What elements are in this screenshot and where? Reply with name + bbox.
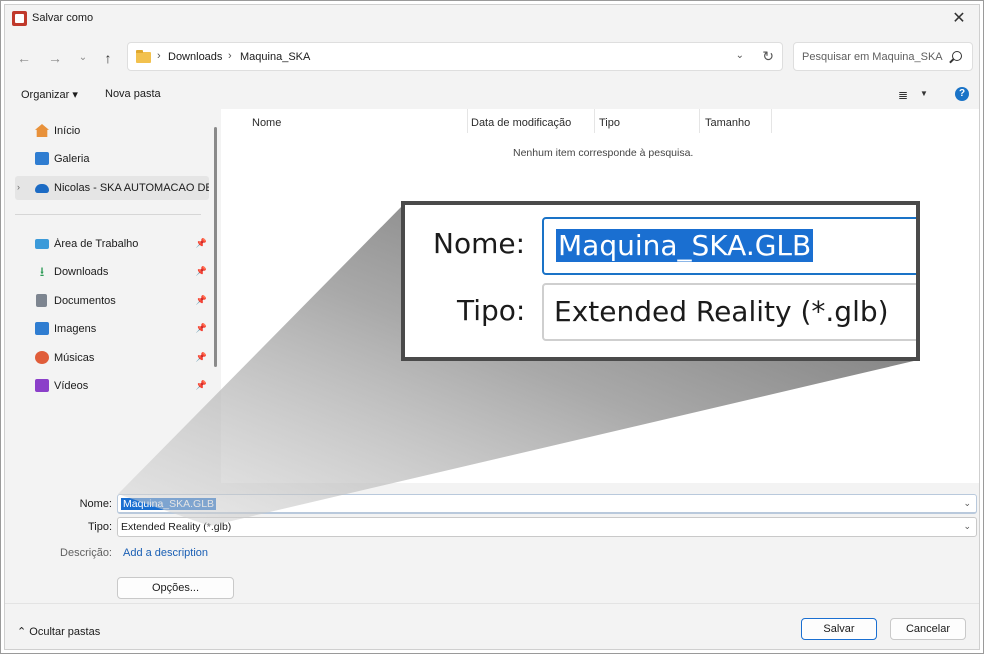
zoom-name-label: Nome:: [433, 227, 526, 260]
sidebar-item-home[interactable]: Início: [15, 119, 209, 143]
dialog-title: Salvar como: [32, 12, 94, 24]
download-icon: ⭳: [39, 264, 45, 279]
sidebar-item-label: Músicas: [54, 352, 95, 364]
chevron-down-icon[interactable]: ⌄: [963, 521, 971, 532]
sidebar-item-label: Início: [54, 125, 81, 137]
home-icon: [35, 124, 49, 137]
sidebar-item-onedrive[interactable]: › Nicolas - SKA AUTOMACAO DE E: [15, 176, 209, 200]
sidebar-item-label: Documentos: [54, 295, 116, 307]
sidebar-item-pictures[interactable]: Imagens 📌: [15, 317, 209, 341]
sidebar-item-label: Área de Trabalho: [54, 238, 139, 250]
chevron-right-icon[interactable]: ›: [17, 182, 20, 192]
column-divider[interactable]: [699, 109, 700, 133]
save-form: Nome: Maquina_SKA.GLB ⌄ Tipo: Extended R…: [5, 483, 979, 603]
zoom-type-field: Extended Reality (*.glb): [542, 283, 916, 341]
zoom-type-label: Tipo:: [457, 294, 526, 327]
sidebar-item-gallery[interactable]: Galeria: [15, 147, 209, 171]
sidebar-item-label: Nicolas - SKA AUTOMACAO DE E: [54, 182, 209, 194]
zoom-name-value: Maquina_SKA.GLB: [556, 229, 814, 262]
app-icon: [12, 11, 27, 26]
breadcrumb-separator: ›: [157, 50, 161, 62]
zoom-type-value: Extended Reality (*.glb): [554, 295, 889, 328]
search-box[interactable]: Pesquisar em Maquina_SKA: [793, 42, 973, 71]
options-button[interactable]: Opções...: [117, 577, 234, 599]
help-icon[interactable]: ?: [955, 87, 969, 101]
column-divider[interactable]: [467, 109, 468, 133]
file-type-label: Tipo:: [87, 521, 112, 533]
column-divider[interactable]: [771, 109, 772, 133]
pin-icon: 📌: [195, 238, 207, 248]
documents-icon: [36, 294, 47, 307]
add-description-link[interactable]: Add a description: [123, 547, 208, 559]
view-options-icon[interactable]: ≣: [898, 88, 908, 102]
sidebar-item-downloads[interactable]: ⭳ Downloads 📌: [15, 260, 209, 284]
gallery-icon: [35, 152, 49, 165]
breadcrumb-maquina-ska[interactable]: Maquina_SKA: [240, 51, 310, 63]
up-folder-icon[interactable]: ↑: [99, 49, 117, 67]
pin-icon: 📌: [195, 352, 207, 362]
sidebar-item-label: Vídeos: [54, 380, 89, 392]
sidebar-item-label: Galeria: [54, 153, 90, 165]
sidebar-item-documents[interactable]: Documentos 📌: [15, 289, 209, 313]
address-bar[interactable]: › Downloads › Maquina_SKA ⌄ ↻: [127, 42, 783, 71]
dialog-footer: ⌃ Ocultar pastas Salvar Cancelar: [5, 603, 979, 649]
sidebar-scrollbar[interactable]: [214, 127, 217, 367]
breadcrumb-downloads[interactable]: Downloads: [168, 51, 222, 63]
column-header-size[interactable]: Tamanho: [705, 117, 750, 129]
folder-icon: [136, 50, 151, 63]
music-icon: [35, 351, 49, 364]
file-type-value: Extended Reality (*.glb): [121, 521, 232, 533]
forward-icon[interactable]: →: [46, 49, 64, 67]
save-button[interactable]: Salvar: [801, 618, 877, 640]
description-label: Descrição:: [60, 547, 112, 559]
zoom-callout: Nome: Maquina_SKA.GLB Tipo: Extended Rea…: [401, 201, 920, 361]
file-name-value: Maquina_SKA.GLB: [121, 498, 217, 510]
hide-folders-button[interactable]: ⌃ Ocultar pastas: [17, 625, 100, 638]
sidebar-item-music[interactable]: Músicas 📌: [15, 346, 209, 370]
pictures-icon: [35, 322, 49, 335]
recent-locations-icon[interactable]: ⌄: [74, 49, 92, 67]
chevron-down-icon[interactable]: ⌄: [963, 498, 971, 509]
cancel-button[interactable]: Cancelar: [890, 618, 966, 640]
file-name-field[interactable]: Maquina_SKA.GLB ⌄: [117, 494, 977, 514]
desktop-icon: [35, 239, 49, 249]
refresh-icon[interactable]: ↻: [762, 48, 774, 65]
search-icon[interactable]: [952, 51, 962, 61]
pin-icon: 📌: [195, 295, 207, 305]
breadcrumb-separator: ›: [228, 50, 232, 62]
column-header-date-modified[interactable]: Data de modificação: [471, 117, 571, 129]
back-icon[interactable]: ←: [15, 49, 33, 67]
chevron-down-icon[interactable]: ⌄: [736, 50, 744, 61]
file-name-label: Nome:: [79, 498, 112, 510]
column-divider[interactable]: [594, 109, 595, 133]
file-type-select[interactable]: Extended Reality (*.glb) ⌄: [117, 517, 977, 537]
onedrive-icon: [35, 184, 49, 193]
sidebar-divider: [15, 214, 201, 215]
close-icon[interactable]: ✕: [948, 8, 970, 30]
column-header-type[interactable]: Tipo: [599, 117, 620, 129]
zoom-name-field: Maquina_SKA.GLB: [542, 217, 916, 275]
sidebar-item-label: Imagens: [54, 323, 97, 335]
empty-list-message: Nenhum item corresponde à pesquisa.: [513, 147, 694, 159]
organize-button[interactable]: Organizar ▾: [21, 88, 78, 101]
navigation-pane: Início Galeria › Nicolas - SKA AUTOMACAO…: [5, 109, 221, 483]
pin-icon: 📌: [195, 323, 207, 333]
title-bar: Salvar como ✕: [5, 5, 979, 33]
sidebar-item-desktop[interactable]: Área de Trabalho 📌: [15, 232, 209, 256]
sidebar-item-label: Downloads: [54, 266, 109, 278]
new-folder-button[interactable]: Nova pasta: [105, 88, 161, 100]
pin-icon: 📌: [195, 266, 207, 276]
videos-icon: [35, 379, 49, 392]
pin-icon: 📌: [195, 380, 207, 390]
sidebar-item-videos[interactable]: Vídeos 📌: [15, 374, 209, 398]
command-bar: Organizar ▾ Nova pasta ≣ ▼ ?: [5, 81, 979, 107]
search-placeholder: Pesquisar em Maquina_SKA: [802, 51, 943, 63]
caret-down-icon[interactable]: ▼: [920, 89, 928, 98]
column-header-name[interactable]: Nome: [252, 117, 281, 129]
